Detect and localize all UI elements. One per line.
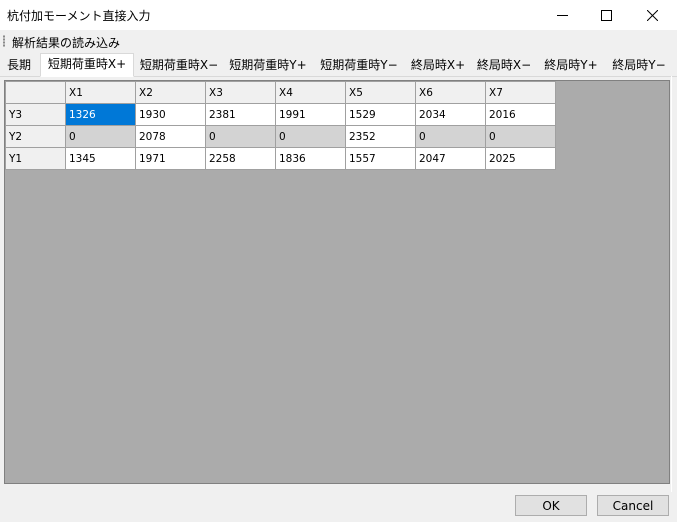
grid-cell[interactable]: 0 xyxy=(205,125,276,148)
tab-short-y-plus[interactable]: 短期荷重時Y+ xyxy=(224,56,312,74)
tab-ultimate-x-plus[interactable]: 終局時X+ xyxy=(406,56,470,74)
grid-cell[interactable]: 1529 xyxy=(345,103,416,126)
tab-strip: 長期 短期荷重時X+ 短期荷重時X− 短期荷重時Y+ 短期荷重時Y− 終局時X+… xyxy=(0,52,677,77)
tab-ultimate-y-minus[interactable]: 終局時Y− xyxy=(606,56,672,74)
grid-cell[interactable]: 2047 xyxy=(415,147,486,170)
column-header[interactable]: X2 xyxy=(135,81,206,104)
close-button[interactable] xyxy=(629,0,675,30)
tab-ultimate-y-plus[interactable]: 終局時Y+ xyxy=(538,56,604,74)
grid-cell[interactable]: 2078 xyxy=(135,125,206,148)
corner-cell[interactable] xyxy=(5,81,66,104)
grid-cell[interactable]: 1836 xyxy=(275,147,346,170)
tab-long-term[interactable]: 長期 xyxy=(2,56,36,74)
row-header[interactable]: Y1 xyxy=(5,147,66,170)
row-header[interactable]: Y3 xyxy=(5,103,66,126)
minimize-button[interactable] xyxy=(539,0,585,30)
grid-cell[interactable]: 0 xyxy=(275,125,346,148)
grid-cell[interactable]: 1991 xyxy=(275,103,346,126)
tab-short-x-plus[interactable]: 短期荷重時X+ xyxy=(40,53,134,77)
tab-short-y-minus[interactable]: 短期荷重時Y− xyxy=(314,56,404,74)
grid-cell[interactable]: 2258 xyxy=(205,147,276,170)
grid-cell[interactable]: 0 xyxy=(485,125,556,148)
table-row: Y1 1345 1971 2258 1836 1557 2047 2025 xyxy=(5,147,556,170)
grid-cell[interactable]: 1345 xyxy=(65,147,136,170)
toolbar: 解析結果の読み込み xyxy=(0,30,677,52)
grid-cell[interactable]: 2025 xyxy=(485,147,556,170)
grid-cell[interactable]: 2381 xyxy=(205,103,276,126)
column-header[interactable]: X5 xyxy=(345,81,416,104)
grid-cell[interactable]: 1930 xyxy=(135,103,206,126)
header-row: X1 X2 X3 X4 X5 X6 X7 xyxy=(5,81,556,104)
grid-cell[interactable]: 0 xyxy=(65,125,136,148)
tab-ultimate-x-minus[interactable]: 終局時X− xyxy=(472,56,536,74)
title-bar: 杭付加モーメント直接入力 xyxy=(0,0,677,30)
column-header[interactable]: X6 xyxy=(415,81,486,104)
maximize-icon xyxy=(600,9,612,21)
row-header[interactable]: Y2 xyxy=(5,125,66,148)
grid-cell[interactable]: 2034 xyxy=(415,103,486,126)
grid-cell[interactable]: 2016 xyxy=(485,103,556,126)
cancel-button[interactable]: Cancel xyxy=(597,495,669,516)
data-grid: X1 X2 X3 X4 X5 X6 X7 Y3 1326 1930 2381 1… xyxy=(4,80,670,484)
load-results-button[interactable]: 解析結果の読み込み xyxy=(12,34,120,51)
minimize-icon xyxy=(556,14,568,16)
grid-cell[interactable]: 1326 xyxy=(65,103,136,126)
column-header[interactable]: X3 xyxy=(205,81,276,104)
ok-button[interactable]: OK xyxy=(515,495,587,516)
column-header[interactable]: X4 xyxy=(275,81,346,104)
grid-cell[interactable]: 1557 xyxy=(345,147,416,170)
grid-cell[interactable]: 1971 xyxy=(135,147,206,170)
close-icon xyxy=(646,9,658,21)
grid-cell[interactable]: 2352 xyxy=(345,125,416,148)
table-row: Y3 1326 1930 2381 1991 1529 2034 2016 xyxy=(5,103,556,126)
window-title: 杭付加モーメント直接入力 xyxy=(7,9,151,23)
tab-short-x-minus[interactable]: 短期荷重時X− xyxy=(134,56,224,74)
maximize-button[interactable] xyxy=(583,0,629,30)
moment-table: X1 X2 X3 X4 X5 X6 X7 Y3 1326 1930 2381 1… xyxy=(5,81,556,170)
panel-divider xyxy=(671,76,672,492)
column-header[interactable]: X1 xyxy=(65,81,136,104)
column-header[interactable]: X7 xyxy=(485,81,556,104)
grid-cell[interactable]: 0 xyxy=(415,125,486,148)
toolbar-grip-icon[interactable] xyxy=(3,35,5,47)
table-row: Y2 0 2078 0 0 2352 0 0 xyxy=(5,125,556,148)
